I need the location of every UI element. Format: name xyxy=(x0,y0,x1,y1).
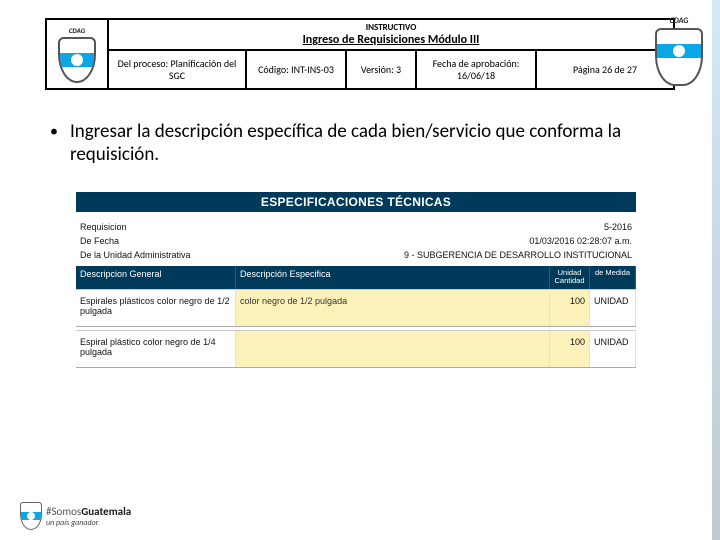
meta-label-requisicion: Requisicion xyxy=(80,222,240,232)
footer-hashtag: #SomosGuatemala xyxy=(46,505,131,518)
footer-tagline: un país ganador xyxy=(46,518,131,528)
footer: #SomosGuatemala un país ganador xyxy=(20,502,131,530)
footer-text: #SomosGuatemala un país ganador xyxy=(46,505,131,528)
table-row: Espiral plástico color negro de 1/4 pulg… xyxy=(76,330,636,367)
org-abbr: CDAG xyxy=(58,26,96,35)
org-logo-cell: CDAG xyxy=(47,20,109,88)
meta-label-fecha: De Fecha xyxy=(80,236,240,246)
cell-especifica-input[interactable] xyxy=(236,331,550,367)
footer-hashtag-prefix: #Somos xyxy=(46,505,81,518)
cell-cantidad-input[interactable]: 100 xyxy=(550,331,590,367)
org-logo: CDAG xyxy=(58,26,96,83)
cell-cantidad-input[interactable]: 100 xyxy=(550,290,590,326)
cell-especifica-input[interactable]: color negro de 1/2 pulgada xyxy=(236,290,550,326)
supertitle: INSTRUCTIVO xyxy=(113,22,669,33)
spec-meta: Requisicion 5-2016 De Fecha 01/03/2016 0… xyxy=(76,212,636,266)
cell-unidad-medida: UNIDAD xyxy=(590,331,636,367)
meta-pagina: Página 26 de 27 xyxy=(537,51,673,88)
row-separator xyxy=(76,367,636,371)
side-strip-decor xyxy=(712,0,720,540)
shield-icon xyxy=(20,502,42,530)
meta-value-fecha: 01/03/2016 02:28:07 a.m. xyxy=(240,236,632,246)
col-general: Descripcion General xyxy=(76,266,236,289)
col-especifica: Descripción Especifica xyxy=(236,266,550,289)
cell-general: Espirales plásticos color negro de 1/2 p… xyxy=(76,290,236,326)
spec-panel: ESPECIFICACIONES TÉCNICAS Requisicion 5-… xyxy=(76,192,636,371)
col-unidad-cantidad: Unidad Cantidad xyxy=(550,266,590,289)
meta-value-requisicion: 5-2016 xyxy=(240,222,632,232)
org-abbr-float: CDAG xyxy=(655,16,703,26)
bullet-icon: • xyxy=(50,120,58,166)
header-main: INSTRUCTIVO Ingreso de Requisiciones Mód… xyxy=(109,20,673,88)
cell-unidad-medida: UNIDAD xyxy=(590,290,636,326)
header-meta-row: Del proceso: Planificación del SGC Códig… xyxy=(109,51,673,88)
meta-version: Versión: 3 xyxy=(347,51,417,88)
doc-header-wrap: CDAG INSTRUCTIVO Ingreso de Requisicione… xyxy=(45,18,675,90)
spec-banner: ESPECIFICACIONES TÉCNICAS xyxy=(76,192,636,212)
meta-codigo: Código: INT-INS-03 xyxy=(247,51,347,88)
doc-header: CDAG INSTRUCTIVO Ingreso de Requisicione… xyxy=(45,18,675,90)
meta-value-unidad: 9 - SUBGERENCIA DE DESARROLLO INSTITUCIO… xyxy=(240,250,632,260)
col-medida: de Medida xyxy=(590,266,636,289)
footer-hashtag-bold: Guatemala xyxy=(81,505,131,518)
meta-label-unidad: De la Unidad Administrativa xyxy=(80,250,240,260)
col-cantidad-label: Cantidad xyxy=(554,277,585,285)
instruction-bullet: • Ingresar la descripción específica de … xyxy=(50,120,680,166)
org-badge-float: CDAG xyxy=(655,16,703,86)
spec-columns: Descripcion General Descripción Especifi… xyxy=(76,266,636,289)
instruction-text: Ingresar la descripción específica de ca… xyxy=(70,120,680,166)
page-title: Ingreso de Requisiciones Módulo III xyxy=(113,33,669,47)
cell-general: Espiral plástico color negro de 1/4 pulg… xyxy=(76,331,236,367)
shield-icon xyxy=(58,37,96,83)
table-row: Espirales plásticos color negro de 1/2 p… xyxy=(76,289,636,326)
header-title-row: INSTRUCTIVO Ingreso de Requisiciones Mód… xyxy=(109,20,673,51)
meta-fecha: Fecha de aprobación: 16/06/18 xyxy=(417,51,537,88)
shield-icon xyxy=(655,28,703,86)
meta-proceso: Del proceso: Planificación del SGC xyxy=(109,51,247,88)
